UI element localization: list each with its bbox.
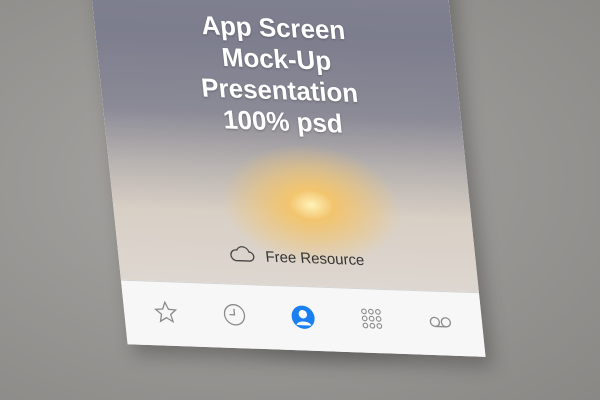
tab-favorites[interactable] bbox=[147, 296, 187, 334]
person-icon bbox=[289, 303, 318, 335]
tab-recents[interactable] bbox=[215, 298, 255, 336]
star-icon bbox=[152, 298, 181, 330]
free-resource-label: Free Resource bbox=[264, 247, 366, 269]
tab-bar bbox=[120, 279, 486, 357]
mockup-title: App Screen Mock-Up Presentation 100% psd bbox=[93, 6, 464, 144]
tab-keypad[interactable] bbox=[352, 303, 392, 341]
voicemail-icon bbox=[426, 308, 455, 340]
cloud-icon bbox=[228, 243, 256, 268]
phone-screen-mockup: App Screen Mock-Up Presentation 100% psd… bbox=[80, 0, 486, 357]
tab-voicemail[interactable] bbox=[420, 305, 460, 343]
keypad-icon bbox=[357, 306, 386, 338]
tab-contacts[interactable] bbox=[284, 300, 324, 338]
clock-icon bbox=[220, 301, 249, 333]
